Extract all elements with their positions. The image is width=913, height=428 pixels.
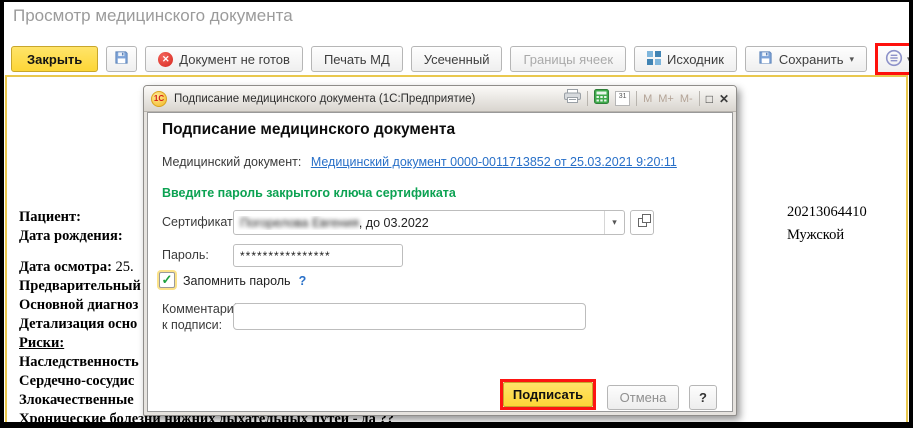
certificate-name: Погорелова Евгения [240,216,359,230]
calendar-icon[interactable]: 31 [615,91,630,106]
save-dropdown-button[interactable]: Сохранить ▾ [745,46,867,72]
divider [587,91,588,106]
divider [699,91,700,106]
floppy-icon [114,50,129,68]
close-icon[interactable]: ✕ [719,93,729,105]
patient-code: 20213064410 [787,201,867,224]
cancel-button[interactable]: Отмена [607,385,679,410]
main-window: Просмотр медицинского документа Закрыть … [4,2,909,422]
certificate-label: Сертификат: [162,215,236,229]
truncated-button[interactable]: Усеченный [411,46,503,72]
patient-gender: Мужской [787,224,867,247]
source-button[interactable]: Исходник [634,46,737,72]
document-right-column: 20213064410 Мужской [787,201,867,247]
medical-document-link[interactable]: Медицинский документ 0000-0011713852 от … [311,155,677,169]
cell-borders-button[interactable]: Границы ячеек [510,46,626,72]
medical-document-label: Медицинский документ: [162,155,301,169]
print-md-button[interactable]: Печать МД [311,46,403,72]
memory-plus-button[interactable]: M+ [658,93,674,105]
chevron-down-icon: ▾ [907,55,909,64]
sign-dialog: 1С Подписание медицинского документа (1С… [143,85,737,416]
password-label: Пароль: [162,248,209,262]
page-title: Просмотр медицинского документа [13,6,293,26]
calculator-icon[interactable] [594,89,609,109]
dialog-body: Подписание медицинского документа Медици… [147,112,733,412]
remember-help-link[interactable]: ? [299,274,307,288]
chevron-down-icon: ▾ [612,218,617,227]
document-not-ready-button[interactable]: ✕ Документ не готов [145,46,303,72]
not-ready-icon: ✕ [158,52,173,67]
certificate-select[interactable]: Погорелова Евгения, до 03.2022 ▾ [233,210,625,235]
printer-icon[interactable] [564,89,581,108]
dialog-titlebar[interactable]: 1С Подписание медицинского документа (1С… [144,86,736,112]
1c-logo-icon: 1С [151,91,167,107]
titlebar-icons: 31 M M+ M- □ ✕ [564,89,729,109]
annotation-sign-highlight: Подписать [500,379,596,410]
seal-button[interactable]: ▾ [878,46,909,72]
medical-document-row: Медицинский документ: Медицинский докуме… [162,155,677,169]
open-icon [638,218,647,227]
certificate-expiry: , до 03.2022 [359,216,429,230]
help-button[interactable]: ? [689,385,717,410]
memory-button[interactable]: M [643,93,652,105]
dialog-title: Подписание медицинского документа (1С:Пр… [174,93,475,105]
seal-icon [885,49,903,70]
certificate-open-button[interactable] [630,210,654,235]
toolbar: Закрыть ✕ Документ не готов Печать МД Ус… [11,45,909,73]
remember-password-checkbox[interactable]: ✓ [159,272,175,288]
grid-icon [647,51,661,68]
sign-button[interactable]: Подписать [503,382,593,407]
comment-label: Комментарий к подписи: [162,301,241,333]
annotation-seal-highlight: ▾ [875,43,909,75]
remember-password-label: Запомнить пароль [183,274,291,288]
divider [636,91,637,106]
save-icon-button[interactable] [106,46,137,72]
floppy-icon [758,50,773,68]
chevron-down-icon: ▾ [850,55,855,64]
remember-password-row: Запомнить пароль? [183,274,306,288]
certificate-dropdown[interactable]: ▾ [604,211,624,234]
check-icon: ✓ [162,272,173,288]
dialog-header: Подписание медицинского документа [162,121,455,139]
close-button[interactable]: Закрыть [11,46,98,72]
maximize-icon[interactable]: □ [706,93,713,105]
comment-input[interactable] [233,303,586,330]
memory-minus-button[interactable]: M- [680,93,693,105]
password-prompt: Введите пароль закрытого ключа сертифика… [162,186,456,200]
password-input[interactable] [233,244,403,267]
